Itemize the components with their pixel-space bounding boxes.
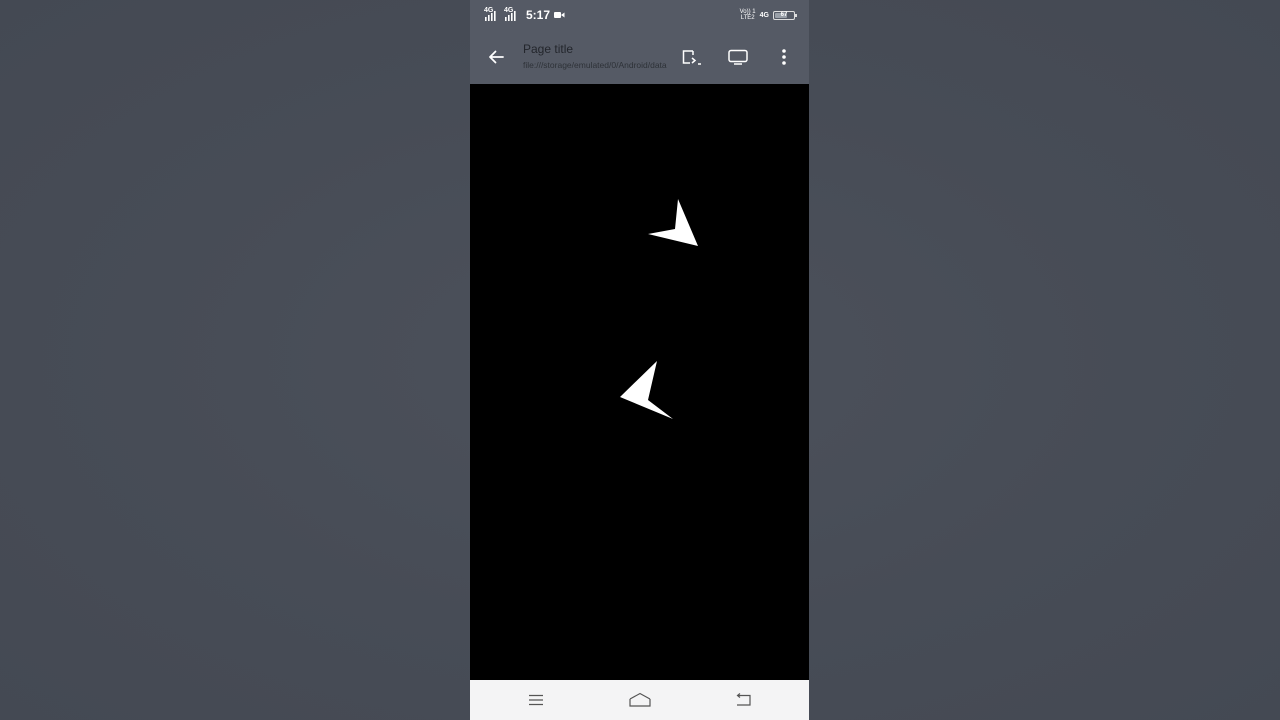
more-vert-icon (782, 49, 786, 65)
battery-icon: 67 (773, 10, 797, 20)
browser-toolbar: Page title file:///storage/emulated/0/An… (470, 30, 809, 84)
navigation-bar (470, 680, 809, 720)
status-bar: 4G 4G 5:17 Vo)) 1 LTE2 4G 67 (470, 0, 809, 30)
sim1-signal-icon: 4G (484, 7, 500, 22)
nav-back-button[interactable] (727, 688, 759, 712)
home-icon (629, 692, 651, 707)
menu-icon (529, 694, 543, 706)
cast-button[interactable] (676, 41, 708, 73)
network-type: 4G (759, 11, 769, 19)
volte-indicator: Vo)) 1 LTE2 (739, 9, 756, 21)
back-button[interactable] (480, 41, 512, 73)
page-title-block: Page title file:///storage/emulated/0/An… (523, 42, 671, 70)
screen-icon (728, 49, 748, 65)
sim2-signal-icon: 4G (504, 7, 520, 22)
battery-percent: 67 (780, 11, 788, 18)
web-content[interactable] (470, 84, 809, 680)
page-url: file:///storage/emulated/0/Android/data (523, 60, 667, 70)
status-clock: 5:17 (526, 8, 551, 22)
back-arrow-icon (489, 50, 504, 64)
phone-screen: 4G 4G 5:17 Vo)) 1 LTE2 4G 67 Page title … (470, 0, 809, 720)
video-record-icon (554, 6, 565, 24)
cast-icon (682, 50, 701, 65)
back-icon (736, 693, 751, 706)
arrowhead-shape-lower (620, 361, 673, 419)
page-title: Page title (523, 42, 574, 56)
arrowhead-shape-upper (648, 199, 698, 246)
nav-home-button[interactable] (624, 688, 656, 712)
nav-menu-button[interactable] (520, 688, 552, 712)
more-options-button[interactable] (768, 41, 800, 73)
screen-mode-button[interactable] (722, 41, 754, 73)
